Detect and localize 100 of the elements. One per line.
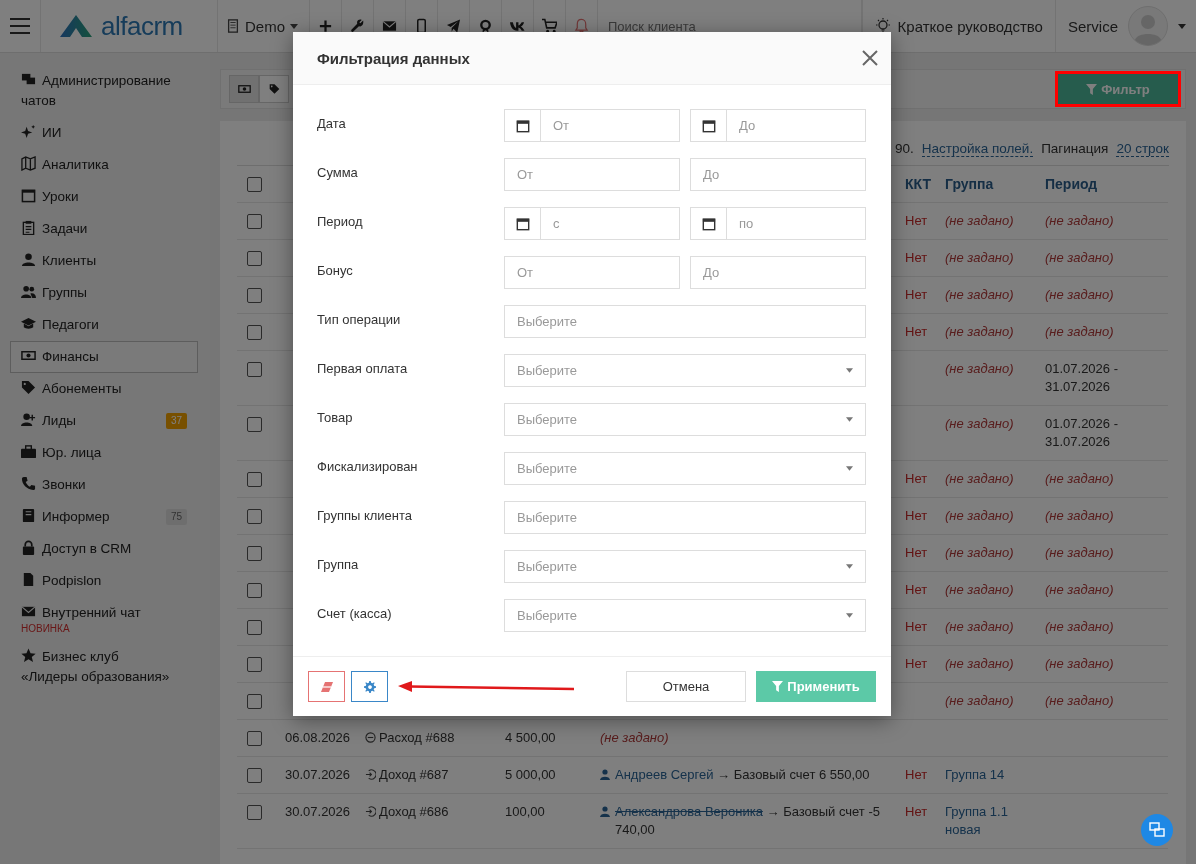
cell-text: (не задано) (1045, 250, 1114, 265)
multiselect-field[interactable]: Выберите (504, 305, 866, 338)
client-search-field[interactable]: Поиск клиента (598, 0, 861, 52)
phone-icon (21, 476, 36, 491)
row-checkbox[interactable] (247, 509, 262, 524)
row-checkbox[interactable] (247, 546, 262, 561)
clear-button[interactable] (308, 671, 345, 702)
bell-icon[interactable] (574, 18, 589, 34)
select-field[interactable]: Выберите (504, 550, 866, 583)
select-field[interactable]: Выберите (504, 599, 866, 632)
pagination-link[interactable]: 20 строк (1116, 141, 1169, 157)
group-link[interactable]: Группа 1.1 новая (945, 803, 1029, 839)
date-field[interactable]: по (690, 207, 866, 240)
sidebar-item[interactable]: Уроки (10, 181, 198, 213)
graduation-cap-icon (21, 316, 36, 331)
input-field[interactable]: От (504, 256, 680, 289)
client-link[interactable]: Александрова Вероника (615, 804, 763, 819)
multiselect-field[interactable]: Выберите (504, 501, 866, 534)
close-button[interactable] (861, 49, 879, 67)
field-label: Период (317, 213, 364, 231)
sidebar-item[interactable]: Финансы (10, 341, 198, 373)
view-tab[interactable] (229, 75, 259, 103)
field-settings-link[interactable]: Настройка полей. (921, 141, 1034, 157)
operation-link[interactable]: Расход #688 (379, 730, 455, 745)
row-checkbox[interactable] (247, 417, 262, 432)
settings-button[interactable] (351, 671, 388, 702)
kkt-status: Нет (905, 471, 928, 486)
row-checkbox[interactable] (247, 325, 262, 340)
row-checkbox[interactable] (247, 472, 262, 487)
sidebar-item[interactable]: Podpislon (10, 565, 198, 597)
sidebar-item[interactable]: Задачи (10, 213, 198, 245)
cell-text: (не задано) (1045, 693, 1114, 708)
wrench-icon[interactable] (350, 18, 365, 34)
sidebar-item[interactable]: Звонки (10, 469, 198, 501)
caret-icon (846, 417, 853, 422)
sidebar-item[interactable]: Абонементы (10, 373, 198, 405)
tag-icon (268, 81, 280, 97)
group-link[interactable]: Группа 14 (945, 766, 1029, 784)
select-field[interactable]: Выберите (504, 354, 866, 387)
select-field[interactable]: Выберите (504, 403, 866, 436)
column-header[interactable]: ККТ (895, 166, 935, 203)
paper-plane-icon[interactable] (446, 18, 461, 34)
enter-icon (365, 769, 376, 780)
sidebar-item[interactable]: ИИ (10, 117, 198, 149)
user-name[interactable]: Service (1067, 17, 1118, 35)
column-header[interactable]: Группа (935, 166, 1035, 203)
sidebar-item[interactable]: Группы (10, 277, 198, 309)
row-checkbox[interactable] (247, 177, 262, 192)
row-checkbox[interactable] (247, 214, 262, 229)
mobile-phone-icon[interactable] (414, 18, 429, 34)
cart-icon[interactable] (542, 18, 557, 34)
date-field[interactable]: От (504, 109, 680, 142)
column-header[interactable]: Период (1035, 166, 1168, 203)
row-checkbox[interactable] (247, 731, 262, 746)
row-checkbox[interactable] (247, 694, 262, 709)
field-label: Товар (317, 409, 354, 427)
transfer-text: Александрова Вероника → Базовый счет -5 740,00 (615, 803, 881, 839)
row-checkbox[interactable] (247, 657, 262, 672)
input-field[interactable]: До (690, 158, 866, 191)
caret-icon[interactable] (1178, 23, 1186, 29)
cancel-button[interactable]: Отмена (626, 671, 746, 702)
row-checkbox[interactable] (247, 768, 262, 783)
row-checkbox[interactable] (247, 620, 262, 635)
row-checkbox[interactable] (247, 288, 262, 303)
sidebar-item[interactable]: Юр. лица (10, 437, 198, 469)
date-field[interactable]: До (690, 109, 866, 142)
row-checkbox[interactable] (247, 805, 262, 820)
view-tab[interactable] (259, 75, 289, 103)
sidebar-item[interactable]: Педагоги (10, 309, 198, 341)
cell-text: (не задано) (1045, 582, 1114, 597)
envelope-icon[interactable] (382, 18, 397, 34)
client-link[interactable]: Андреев Сергей (615, 767, 714, 782)
sidebar-item[interactable]: Доступ в CRM (10, 533, 198, 565)
star-icon (21, 648, 36, 663)
input-field[interactable]: От (504, 158, 680, 191)
row-checkbox[interactable] (247, 583, 262, 598)
row-checkbox[interactable] (247, 362, 262, 377)
cell-text: (не задано) (1045, 508, 1114, 523)
sidebar-item[interactable]: Администрирование чатов (10, 65, 198, 117)
sidebar-item[interactable]: Бизнес клуб «Лидеры образования» (10, 641, 198, 693)
sidebar-item[interactable]: Лиды 37 (10, 405, 198, 437)
circle-icon[interactable] (478, 18, 493, 34)
cell-text: (не задано) (945, 581, 1015, 599)
sidebar-item[interactable]: Аналитика (10, 149, 198, 181)
caret-icon (846, 613, 853, 618)
operation-link[interactable]: Доход #686 (379, 804, 449, 819)
input-field[interactable]: До (690, 256, 866, 289)
menu-icon[interactable] (8, 17, 32, 35)
plus-icon[interactable] (318, 18, 333, 34)
sidebar-item[interactable]: Информер 75 (10, 501, 198, 533)
operation-link[interactable]: Доход #687 (379, 767, 449, 782)
user-icon (21, 252, 36, 267)
date-field[interactable]: с (504, 207, 680, 240)
sidebar-item[interactable]: Внутренний чат НОВИНКА (10, 597, 198, 641)
cell-text: (не задано) (945, 323, 1015, 341)
select-field[interactable]: Выберите (504, 452, 866, 485)
row-checkbox[interactable] (247, 251, 262, 266)
sidebar-item[interactable]: Клиенты (10, 245, 198, 277)
field-label: Тип операции (317, 311, 402, 329)
close-icon (861, 49, 879, 67)
